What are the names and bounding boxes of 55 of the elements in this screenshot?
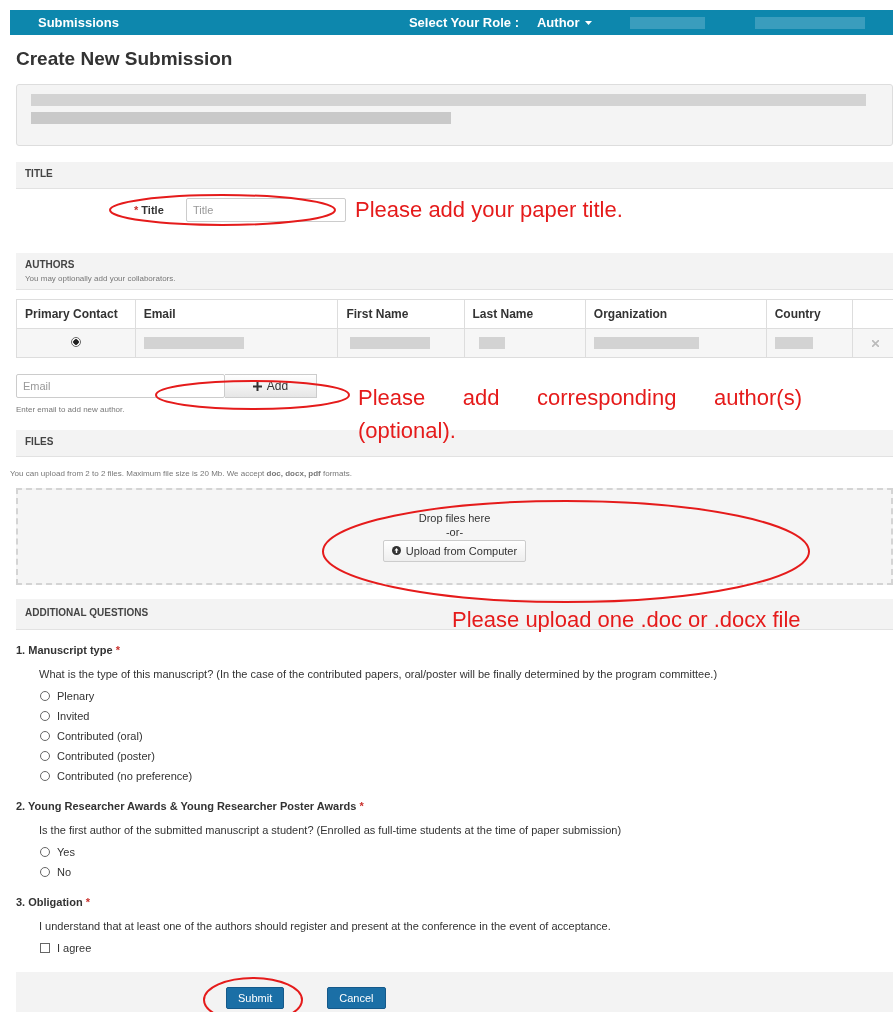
submit-button[interactable]: Submit [226,987,285,1009]
option-label: Contributed (oral) [57,730,143,742]
upload-icon [391,546,401,555]
question-description: Is the first author of the submitted manuscript a student? (Enrolled as full-time students at the time of paper submission) [39,824,623,836]
option-radio[interactable] [40,771,50,781]
option-radio[interactable] [40,867,50,877]
section-subtitle: You may optionally add your collaborators. [25,274,177,283]
agree-checkbox[interactable] [40,943,50,953]
option-label: Contributed (no preference) [57,770,193,782]
email-field[interactable]: Email [16,374,225,398]
drop-zone[interactable]: Drop files here -or- Upload from Computer [16,488,893,585]
column-header: Email [135,299,338,329]
column-header: Primary Contact [16,299,136,329]
section-title: TITLE [25,168,54,179]
plus-icon [252,381,262,391]
column-header: Last Name [464,299,586,329]
annotation-text: Please upload one .doc or .docx file [452,607,801,633]
drop-text: Drop files here [418,511,491,524]
title-field[interactable]: Title [186,198,346,222]
page-title: Create New Submission [16,48,234,70]
role-label: Select Your Role : [408,15,519,30]
cancel-button[interactable]: Cancel [327,987,386,1009]
helper-text: Enter email to add new author. [16,405,126,414]
option-label: Invited [57,710,90,722]
option-radio[interactable] [40,731,50,741]
title-label: * Title [134,204,165,216]
option-label: Contributed (poster) [57,750,155,762]
role-dropdown[interactable]: Author [537,15,592,30]
question-description: I understand that at least one of the authors should register and present at the conference in the event of acceptance. [39,920,612,932]
section-title: FILES [25,436,55,447]
column-header: Organization [585,299,767,329]
annotation-text: Please add your paper title. [355,197,623,223]
primary-contact-radio[interactable] [70,337,81,347]
option-label: I agree [57,942,92,954]
column-header: Country [766,299,853,329]
column-header: First Name [337,299,464,329]
option-radio[interactable] [40,847,50,857]
option-label: No [57,866,72,878]
option-label: Plenary [57,690,95,702]
submissions-link[interactable]: Submissions [38,15,119,30]
caret-icon [584,20,592,25]
upload-button[interactable]: Upload from Computer [382,539,527,562]
annotation-text: Please add corresponding author(s) (optional). [358,384,802,445]
option-radio[interactable] [40,751,50,761]
or-text: -or- [445,525,464,538]
option-radio[interactable] [40,711,50,721]
option-radio[interactable] [40,691,50,701]
file-info-text: You can upload from 2 to 2 files. Maximum file size is 20 Mb. We accept doc, docx, pdf formats. [10,469,353,478]
option-label: Yes [57,846,75,858]
section-title: ADDITIONAL QUESTIONS [25,607,150,618]
question-description: What is the type of this manuscript? (In the case of the contributed papers, oral/poster will be finally determined by the program committee.) [39,668,719,680]
question-title: 3. Obligation * [16,896,91,908]
question-title: 1. Manuscript type * [16,644,121,656]
question-title: 2. Young Researcher Awards & Young Researcher Poster Awards * [16,800,365,812]
section-title: AUTHORS [25,259,76,270]
